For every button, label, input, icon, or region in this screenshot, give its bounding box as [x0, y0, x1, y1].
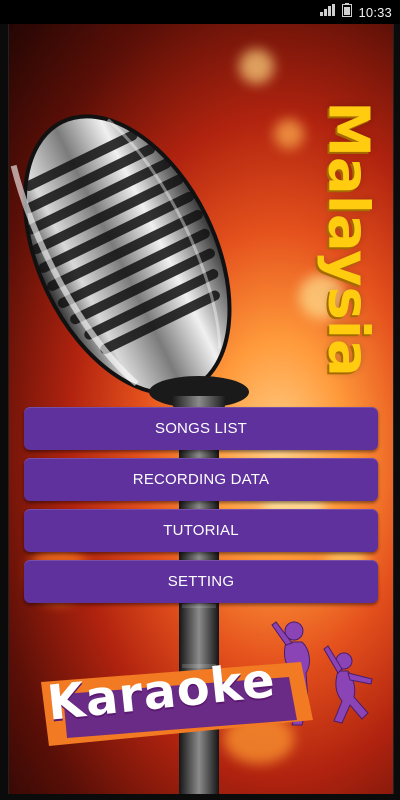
setting-button[interactable]: SETTING — [24, 560, 378, 603]
app-title-text: Malaysia — [315, 101, 381, 377]
signal-icon — [320, 3, 336, 21]
status-time: 10:33 — [358, 4, 392, 20]
karaoke-home-screen: Malaysia SONGS LIST RECORDING DATA TUTOR… — [8, 24, 394, 794]
battery-icon — [342, 2, 353, 22]
songs-list-button[interactable]: SONGS LIST — [24, 407, 378, 450]
status-bar: 10:33 — [0, 0, 400, 24]
app-title: Malaysia — [313, 74, 383, 404]
phone-screen: 10:33 Malaysia SONGS LIST RECORDING DATA… — [0, 0, 400, 800]
karaoke-logo: Karaoke — [31, 642, 321, 760]
recording-data-button[interactable]: RECORDING DATA — [24, 458, 378, 501]
tutorial-button[interactable]: TUTORIAL — [24, 509, 378, 552]
main-menu: SONGS LIST RECORDING DATA TUTORIAL SETTI… — [24, 407, 378, 611]
